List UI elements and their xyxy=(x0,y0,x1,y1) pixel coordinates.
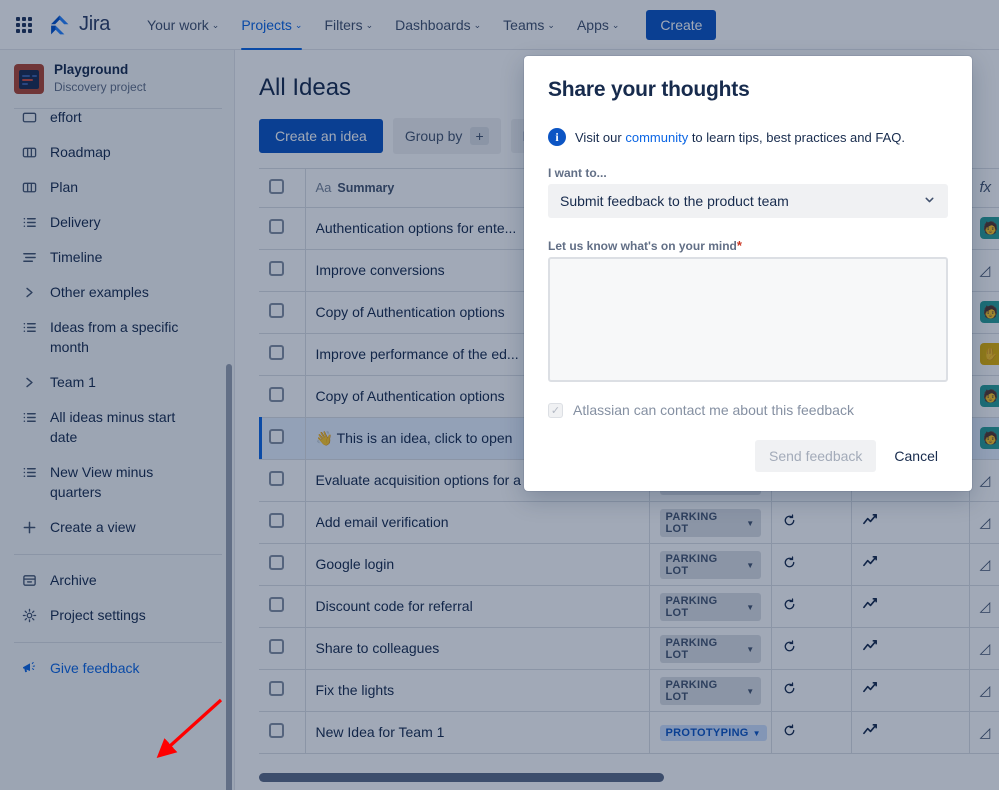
send-feedback-button[interactable]: Send feedback xyxy=(755,440,877,472)
required-marker: * xyxy=(736,238,742,253)
info-icon: i xyxy=(548,128,566,146)
mind-textarea-label-text: Let us know what's on your mind xyxy=(548,239,737,253)
community-info-banner: i Visit our community to learn tips, bes… xyxy=(548,128,948,146)
info-text-after: to learn tips, best practices and FAQ. xyxy=(688,129,905,145)
community-link[interactable]: community xyxy=(625,130,688,145)
i-want-to-select[interactable]: Submit feedback to the product team xyxy=(548,184,948,218)
info-text-before: Visit our xyxy=(575,129,626,145)
chevron-down-icon xyxy=(923,193,936,209)
mind-textarea-label: Let us know what's on your mind* xyxy=(548,238,948,253)
share-your-thoughts-dialog: Share your thoughts i Visit our communit… xyxy=(524,56,972,491)
i-want-to-label: I want to... xyxy=(548,166,607,180)
dialog-actions: Send feedback Cancel xyxy=(548,440,948,472)
feedback-textarea[interactable] xyxy=(548,257,948,382)
dialog-title: Share your thoughts xyxy=(548,78,750,101)
cancel-button[interactable]: Cancel xyxy=(884,440,948,472)
contact-consent-label: Atlassian can contact me about this feed… xyxy=(573,402,854,418)
contact-consent-row: ✓ Atlassian can contact me about this fe… xyxy=(548,402,948,418)
community-info-text: Visit our community to learn tips, best … xyxy=(575,130,905,145)
check-icon: ✓ xyxy=(550,404,561,417)
screen: Jira Your work ⌄ Projects ⌄ Filters ⌄ Da… xyxy=(0,0,999,790)
i-want-to-value: Submit feedback to the product team xyxy=(560,193,789,209)
contact-consent-checkbox[interactable]: ✓ xyxy=(548,402,563,418)
